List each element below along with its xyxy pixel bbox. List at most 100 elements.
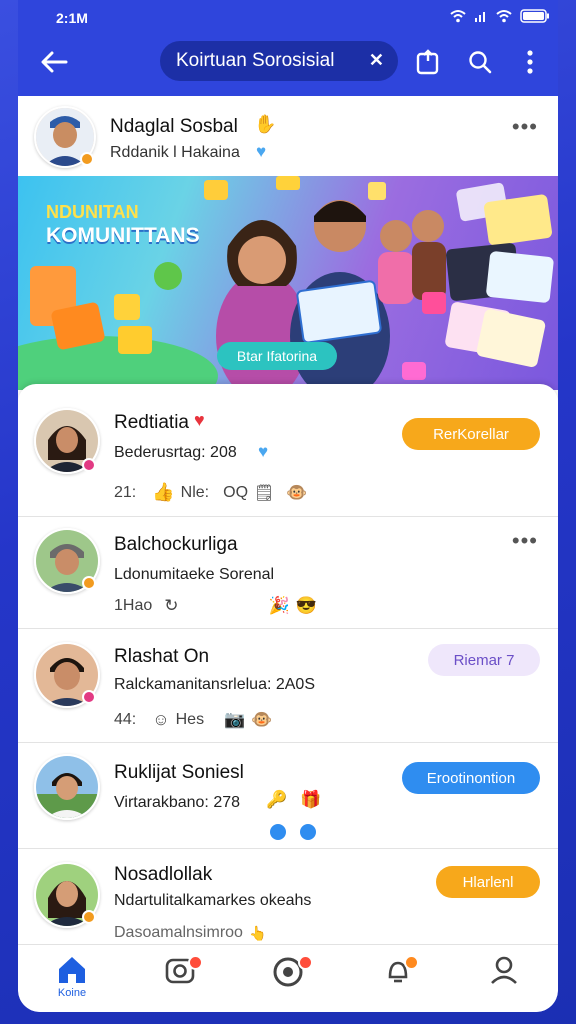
- post-author: Rlashat On: [114, 646, 210, 667]
- online-status-dot: [80, 152, 94, 166]
- list-item[interactable]: Ruklijat Soniesl Virtarakbano: 278 🔑 🎁 E…: [18, 742, 558, 849]
- status-icons: [450, 9, 550, 23]
- home-icon: [59, 957, 85, 983]
- post-action-label: RerKorellar: [433, 425, 509, 443]
- sunglasses-emoji-icon: 😎: [295, 596, 317, 615]
- post-text: Ralckamanitansrlelua: 2A0S: [114, 676, 315, 693]
- banner-cta-button[interactable]: Btar Ifatorina: [217, 342, 337, 370]
- profile-icon: [491, 956, 517, 984]
- post-action-pill[interactable]: Riemar 7: [428, 644, 540, 676]
- online-status-dot: [82, 910, 96, 924]
- app-bar: Koirtuan Sorosisial ✕: [18, 36, 558, 94]
- status-time: 2:1M: [56, 10, 88, 26]
- search-icon: [469, 51, 492, 74]
- arrow-left-icon: [41, 51, 68, 73]
- signal-icon: [475, 12, 485, 22]
- post-text: Ldonumitaeke Sorenal: [114, 566, 275, 583]
- heart-icon: ♥: [194, 410, 205, 430]
- profile-header: Ndaglal Sosbal ✋ Rddanik l Hakaina ♥ •••: [18, 96, 558, 176]
- party-emoji-icon: 🎉: [268, 596, 290, 615]
- record-badge: [298, 955, 313, 970]
- chat-heart-icon: ♥: [258, 442, 269, 461]
- search-button[interactable]: [460, 42, 500, 82]
- list-item[interactable]: Redtiatia ♥ Bederusrtag: 208 ♥ 21: 👍 Nle…: [18, 384, 558, 517]
- pointing-emoji-icon: 👆: [248, 924, 267, 941]
- pagination-dot[interactable]: [270, 824, 286, 840]
- monkey-emoji-icon: 🐵: [251, 710, 273, 729]
- share-circle-icon[interactable]: ↻: [164, 596, 178, 616]
- post-text: Virtarakbano: 278: [114, 794, 241, 811]
- comment-count: OQ: [223, 483, 249, 501]
- heart-verified-icon: ♥: [256, 142, 267, 161]
- like-label: Hes: [175, 711, 205, 728]
- post-action-label: Erootinontion: [426, 769, 516, 787]
- camera-outline-icon: 📷: [224, 710, 246, 729]
- like-icon[interactable]: ☺: [152, 710, 169, 730]
- nav-home[interactable]: Koine: [42, 955, 102, 1007]
- post-author: Ruklijat Soniesl: [114, 762, 244, 783]
- clear-title-icon[interactable]: ✕: [369, 50, 384, 71]
- banner-subtitle: KOMUNITTANS: [46, 224, 200, 247]
- post-more-button[interactable]: •••: [512, 528, 538, 554]
- post-meta: 21: 👍 Nle: OQ 🗒 🐵: [114, 482, 308, 503]
- key-icon: 🔑: [266, 790, 288, 809]
- community-title-pill[interactable]: Koirtuan Sorosisial ✕: [160, 41, 398, 81]
- nav-record[interactable]: [258, 955, 318, 1007]
- nav-home-label: Koine: [57, 987, 87, 999]
- monkey-emoji-icon: 🐵: [286, 482, 308, 502]
- post-action-label: Hlarlenl: [462, 873, 514, 891]
- like-label: Nle:: [180, 483, 210, 501]
- bottom-navigation: Koine: [18, 944, 558, 1012]
- share-button[interactable]: [408, 42, 448, 82]
- post-action-pill[interactable]: Erootinontion: [402, 762, 540, 794]
- page-title: Koirtuan Sorosisial: [176, 50, 335, 71]
- post-meta: Dasoamalnsimroo 👆: [114, 924, 266, 942]
- profile-subtitle: Rddanik l Hakaina: [110, 144, 240, 161]
- post-meta: 44: ☺ Hes 📷 🐵: [114, 710, 272, 730]
- post-action-pill[interactable]: Hlarlenl: [436, 866, 540, 898]
- app-frame: 2:1M Koirtuan Sorosisial ✕ Ndaglal Sosba…: [18, 0, 558, 1012]
- community-banner[interactable]: NDUNITAN KOMUNITTANS Btar Ifatorina: [18, 176, 558, 390]
- status-bar: 2:1M: [18, 0, 558, 36]
- profile-name: Ndaglal Sosbal: [110, 116, 238, 137]
- post-meta-count: 44:: [114, 711, 137, 728]
- post-action-pill[interactable]: RerKorellar: [402, 418, 540, 450]
- gift-icon: 🎁: [300, 790, 322, 809]
- nav-notifications[interactable]: [368, 955, 428, 1007]
- list-item[interactable]: Nosadlollak Ndartulitalkamarkes okeahs D…: [18, 848, 558, 944]
- note-icon: 🗒: [254, 484, 275, 502]
- online-status-dot: [82, 576, 96, 590]
- like-icon[interactable]: 👍: [152, 482, 174, 503]
- battery-icon: [520, 9, 549, 23]
- nav-profile[interactable]: [474, 955, 534, 1007]
- online-status-dot: [82, 458, 96, 472]
- nav-camera[interactable]: [150, 955, 210, 1007]
- pagination-dot[interactable]: [300, 824, 316, 840]
- post-list: Redtiatia ♥ Bederusrtag: 208 ♥ 21: 👍 Nle…: [18, 384, 558, 944]
- post-text: Ndartulitalkamarkes okeahs: [114, 892, 312, 909]
- profile-more-button[interactable]: •••: [512, 114, 538, 140]
- share-box-icon: [416, 49, 439, 75]
- wifi-icon-2: [496, 10, 512, 23]
- list-item[interactable]: Rlashat On Ralckamanitansrlelua: 2A0S 44…: [18, 628, 558, 743]
- online-status-dot: [82, 690, 96, 704]
- back-button[interactable]: [34, 42, 74, 82]
- post-meta-count: Dasoamalnsimroo: [114, 924, 243, 941]
- banner-title: NDUNITAN: [46, 202, 139, 222]
- camera-badge: [188, 955, 203, 970]
- hand-emoji-icon: ✋: [254, 114, 277, 134]
- post-action-label: Riemar 7: [453, 651, 515, 669]
- wifi-icon: [450, 10, 466, 23]
- post-author: Balchockurliga: [114, 534, 238, 555]
- overflow-menu-button[interactable]: [510, 42, 550, 82]
- post-text: Bederusrtag: 208: [114, 444, 237, 461]
- list-item[interactable]: Balchockurliga Ldonumitaeke Sorenal 1Hao…: [18, 516, 558, 629]
- notification-badge: [404, 955, 419, 970]
- post-author: Nosadlollak: [114, 864, 213, 885]
- post-meta: 1Hao ↻ 🎉 😎: [114, 596, 317, 616]
- person-avatar-icon: [36, 756, 98, 818]
- avatar[interactable]: [34, 754, 100, 820]
- vertical-dots-icon: [527, 50, 533, 74]
- post-meta-count: 1Hao: [114, 597, 153, 614]
- post-meta-count: 21:: [114, 483, 137, 501]
